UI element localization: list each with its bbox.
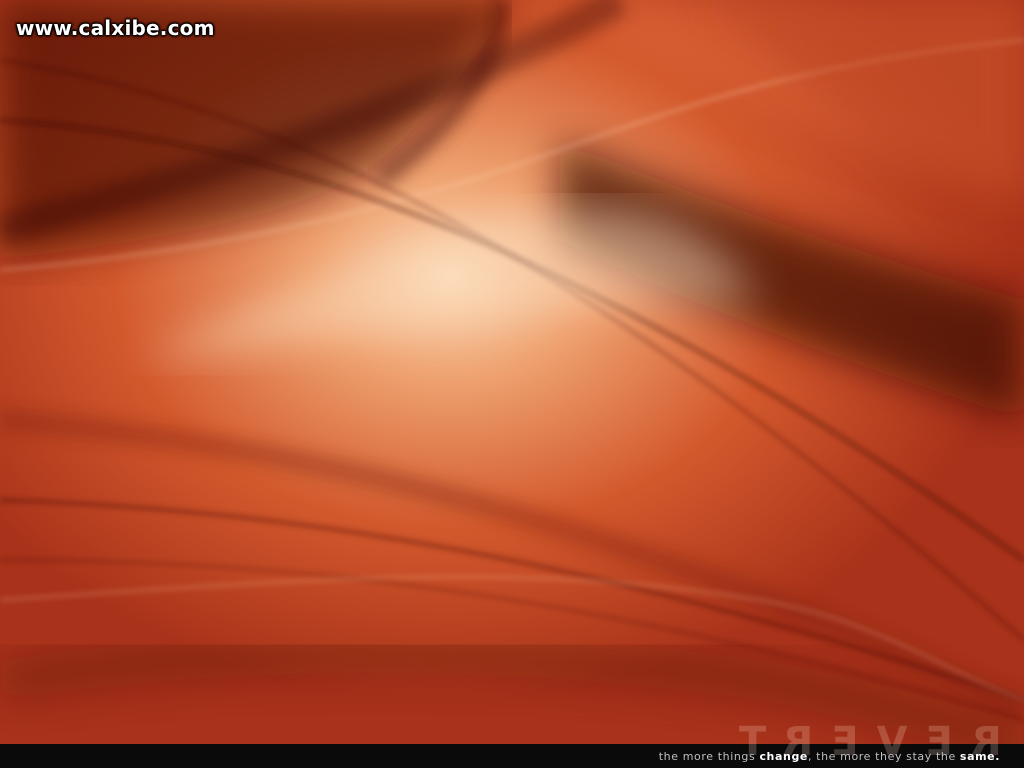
tagline-emphasis-change: change xyxy=(759,750,808,763)
tagline-part-2: , the more they stay the xyxy=(807,750,960,763)
tagline: the more things change, the more they st… xyxy=(659,750,1000,763)
tagline-part-1: the more things xyxy=(658,750,760,763)
site-watermark: www.calxibe.com xyxy=(16,16,215,40)
abstract-wallpaper-art xyxy=(0,0,1024,768)
tagline-emphasis-same: same. xyxy=(959,750,1000,763)
